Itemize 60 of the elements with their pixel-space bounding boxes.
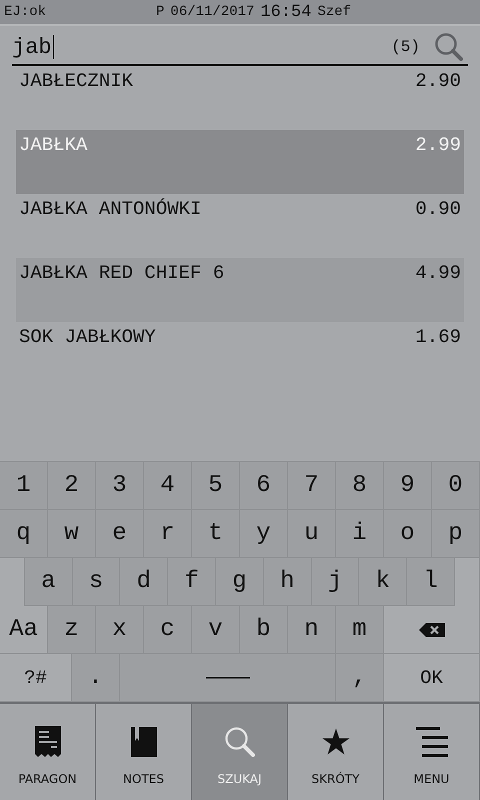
keyboard-key[interactable]: u xyxy=(288,510,336,558)
keyboard-key[interactable]: m xyxy=(336,606,384,654)
receipt-icon xyxy=(34,726,60,758)
search-icon[interactable] xyxy=(434,32,464,62)
time-text: 16:54 xyxy=(260,2,312,22)
keyboard-key[interactable]: s xyxy=(72,558,120,606)
keyboard-key[interactable]: 6 xyxy=(240,462,288,510)
keyboard-key[interactable]: y xyxy=(240,510,288,558)
keyboard-key[interactable]: 3 xyxy=(96,462,144,510)
keyboard-key[interactable]: 0 xyxy=(432,462,480,510)
search-icon xyxy=(224,726,256,758)
search-field[interactable]: jab xyxy=(12,34,392,60)
backspace-icon xyxy=(418,622,444,636)
keyboard-key[interactable]: n xyxy=(288,606,336,654)
keyboard-key[interactable]: Aa xyxy=(0,606,48,654)
keyboard-key[interactable]: e xyxy=(96,510,144,558)
keyboard-key[interactable]: . xyxy=(72,654,120,702)
keyboard-key[interactable]: ?# xyxy=(0,654,72,702)
keyboard-key[interactable]: 7 xyxy=(288,462,336,510)
keyboard-key[interactable]: 4 xyxy=(144,462,192,510)
date-text: 06/11/2017 xyxy=(170,4,254,20)
keyboard-key[interactable]: 1 xyxy=(0,462,48,510)
keyboard-key[interactable]: x xyxy=(96,606,144,654)
keyboard-key[interactable]: OK xyxy=(384,654,480,702)
keyboard-key[interactable]: 8 xyxy=(336,462,384,510)
menu-icon xyxy=(416,726,448,758)
keyboard-key[interactable]: , xyxy=(336,654,384,702)
keyboard-key[interactable]: l xyxy=(407,558,456,606)
keyboard-key[interactable]: v xyxy=(192,606,240,654)
user-name: Szef xyxy=(317,4,352,20)
notebook-icon xyxy=(130,726,156,758)
keyboard-key[interactable]: j xyxy=(312,558,360,606)
keyboard-key[interactable]: t xyxy=(192,510,240,558)
keyboard-key[interactable]: c xyxy=(144,606,192,654)
keyboard-key[interactable]: 9 xyxy=(384,462,432,510)
result-row[interactable]: JABŁKA ANTONÓWKI 0.90 xyxy=(16,194,464,258)
keyboard-key[interactable]: q xyxy=(0,510,48,558)
keyboard-key[interactable]: d xyxy=(120,558,168,606)
result-row[interactable]: JABŁKA RED CHIEF 6 4.99 xyxy=(16,258,464,322)
keyboard-key[interactable]: f xyxy=(168,558,216,606)
result-row[interactable]: JABŁECZNIK 2.90 xyxy=(16,66,464,130)
keyboard-key[interactable]: k xyxy=(359,558,408,606)
keyboard-key[interactable]: p xyxy=(432,510,480,558)
printer-indicator: P xyxy=(156,4,164,20)
keyboard-key[interactable]: a xyxy=(24,558,73,606)
keyboard-key[interactable]: i xyxy=(336,510,384,558)
keyboard-key[interactable]: z xyxy=(48,606,96,654)
keyboard-key[interactable]: w xyxy=(48,510,96,558)
result-row[interactable]: SOK JABŁKOWY 1.69 xyxy=(16,322,464,386)
keyboard-key[interactable]: b xyxy=(240,606,288,654)
status-text: EJ:ok xyxy=(4,4,46,20)
keyboard-key[interactable]: 2 xyxy=(48,462,96,510)
keyboard-key[interactable]: h xyxy=(264,558,312,606)
keyboard-key[interactable]: 5 xyxy=(192,462,240,510)
space-icon xyxy=(206,676,250,679)
keyboard-key[interactable]: r xyxy=(144,510,192,558)
backspace-key[interactable] xyxy=(384,606,480,654)
keyboard-key[interactable]: o xyxy=(384,510,432,558)
result-count: (5) xyxy=(391,38,420,56)
keyboard-key[interactable]: g xyxy=(216,558,264,606)
